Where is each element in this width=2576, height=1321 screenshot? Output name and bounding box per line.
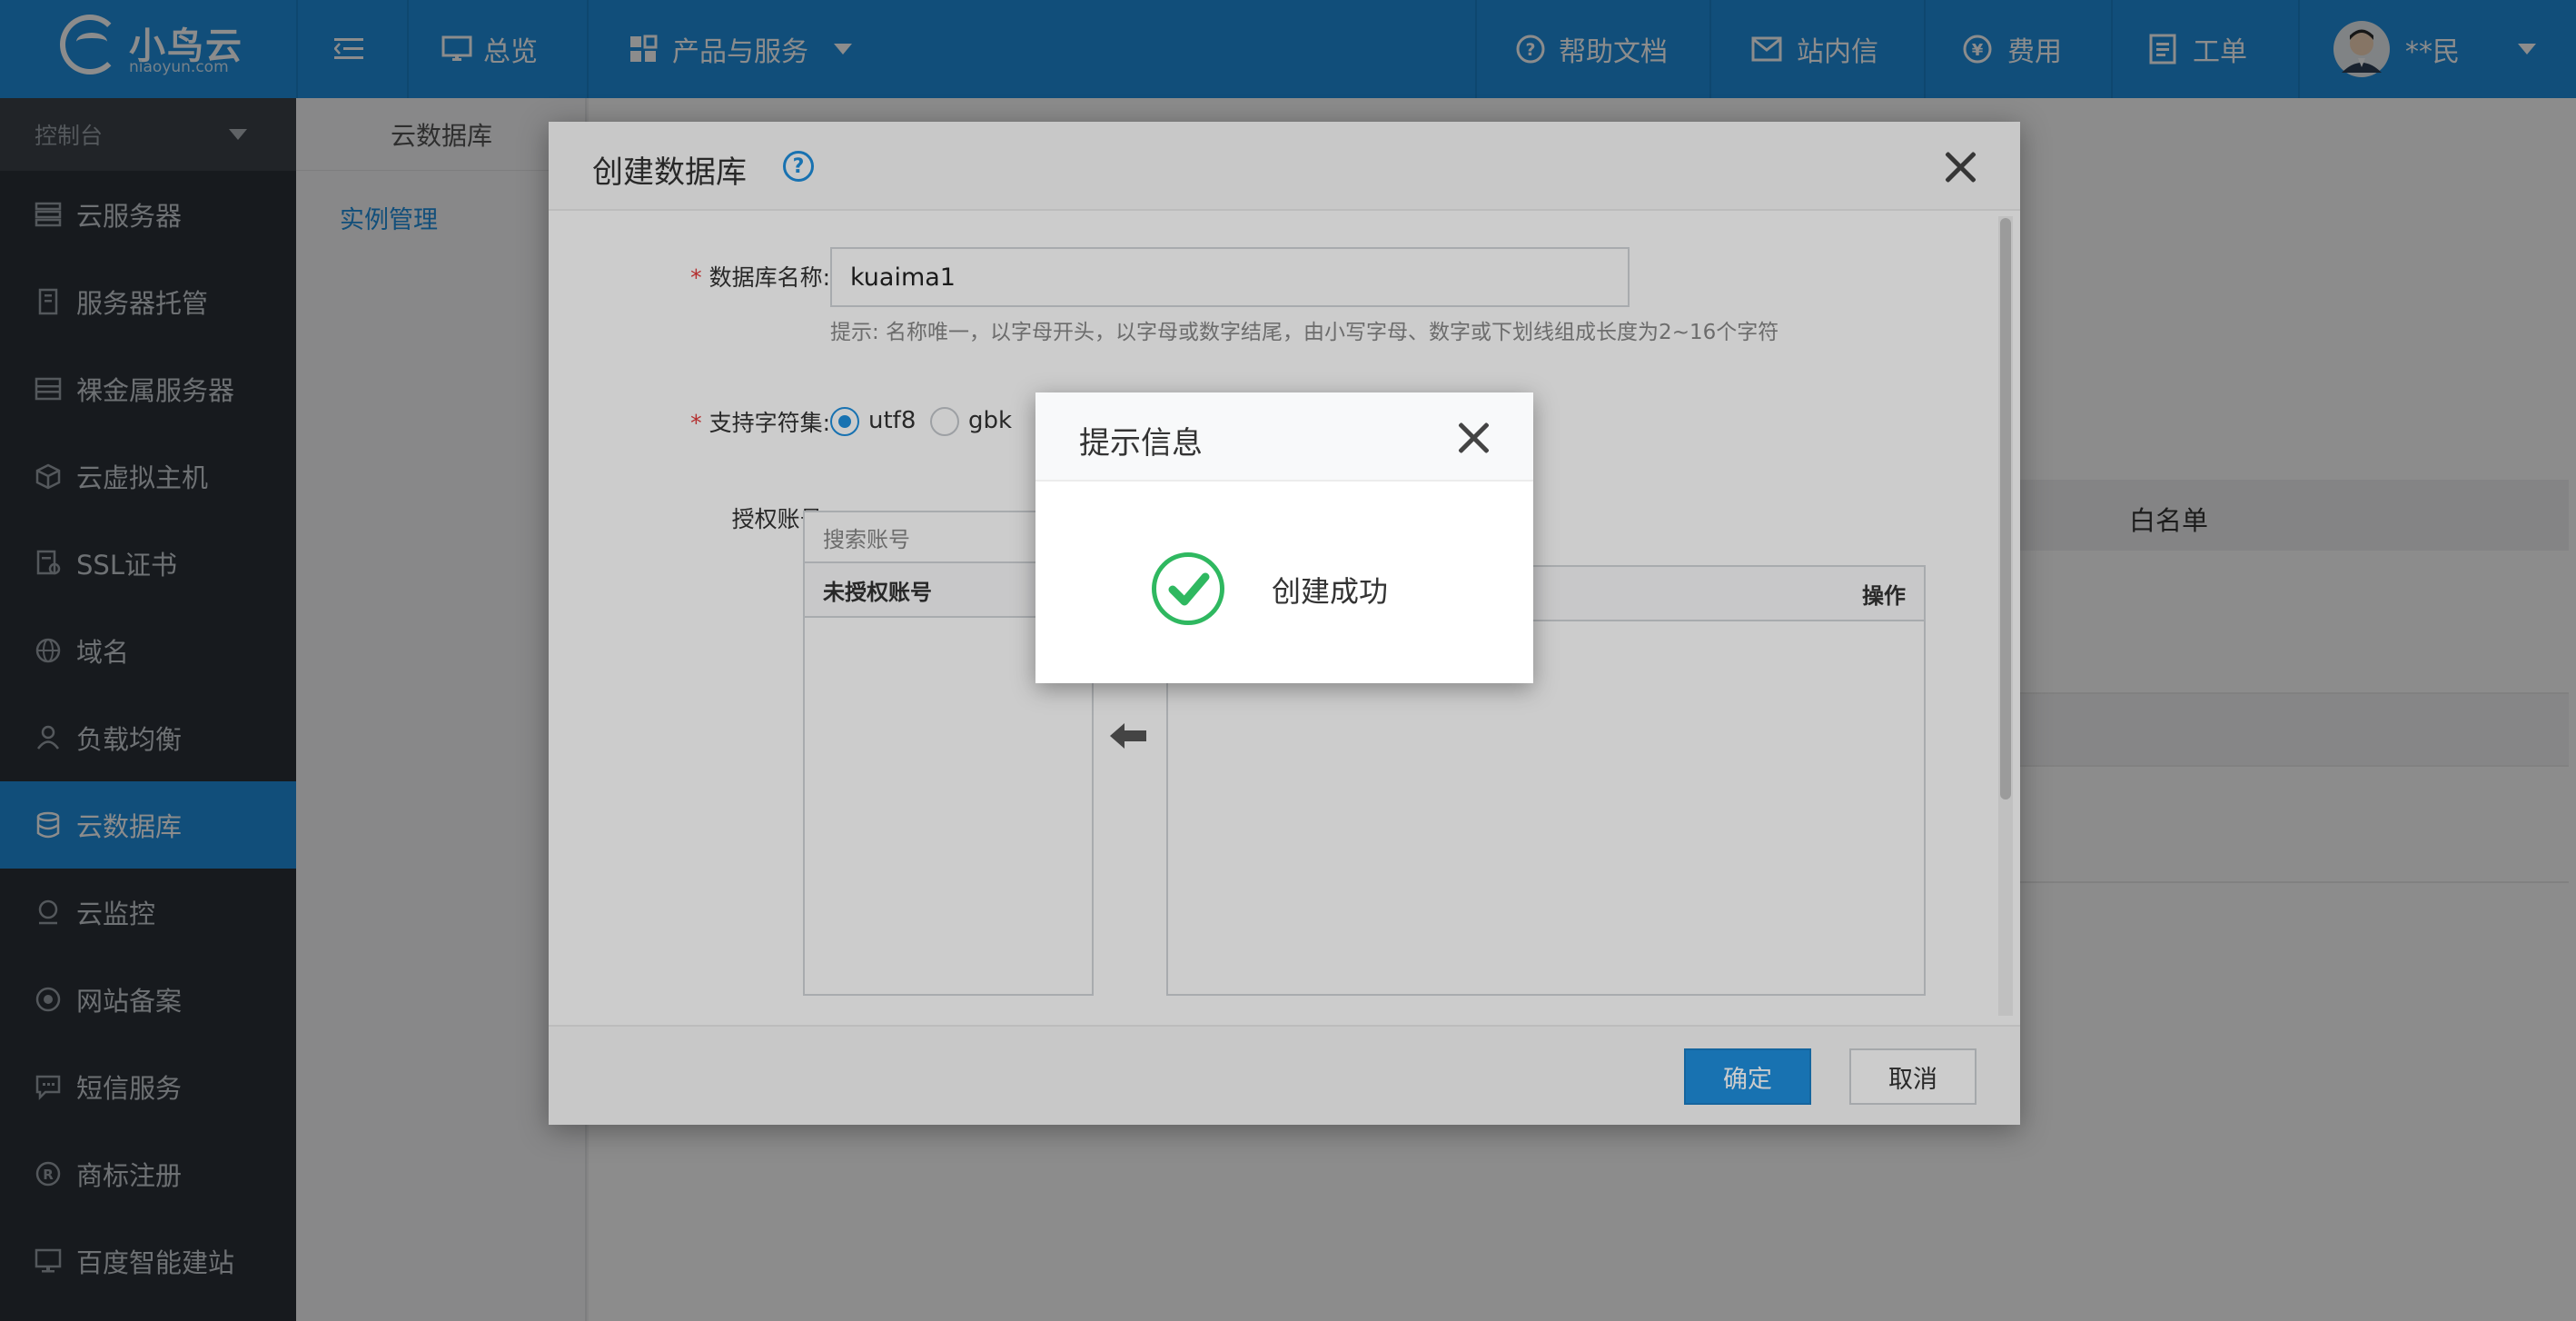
success-check-icon <box>1152 552 1224 625</box>
success-message-dialog: 提示信息 创建成功 <box>1035 392 1533 683</box>
toast-title: 提示信息 <box>1079 425 1203 462</box>
success-message: 创建成功 <box>1272 574 1389 609</box>
toast-header: 提示信息 <box>1035 392 1533 482</box>
toast-close-button[interactable] <box>1455 420 1491 456</box>
